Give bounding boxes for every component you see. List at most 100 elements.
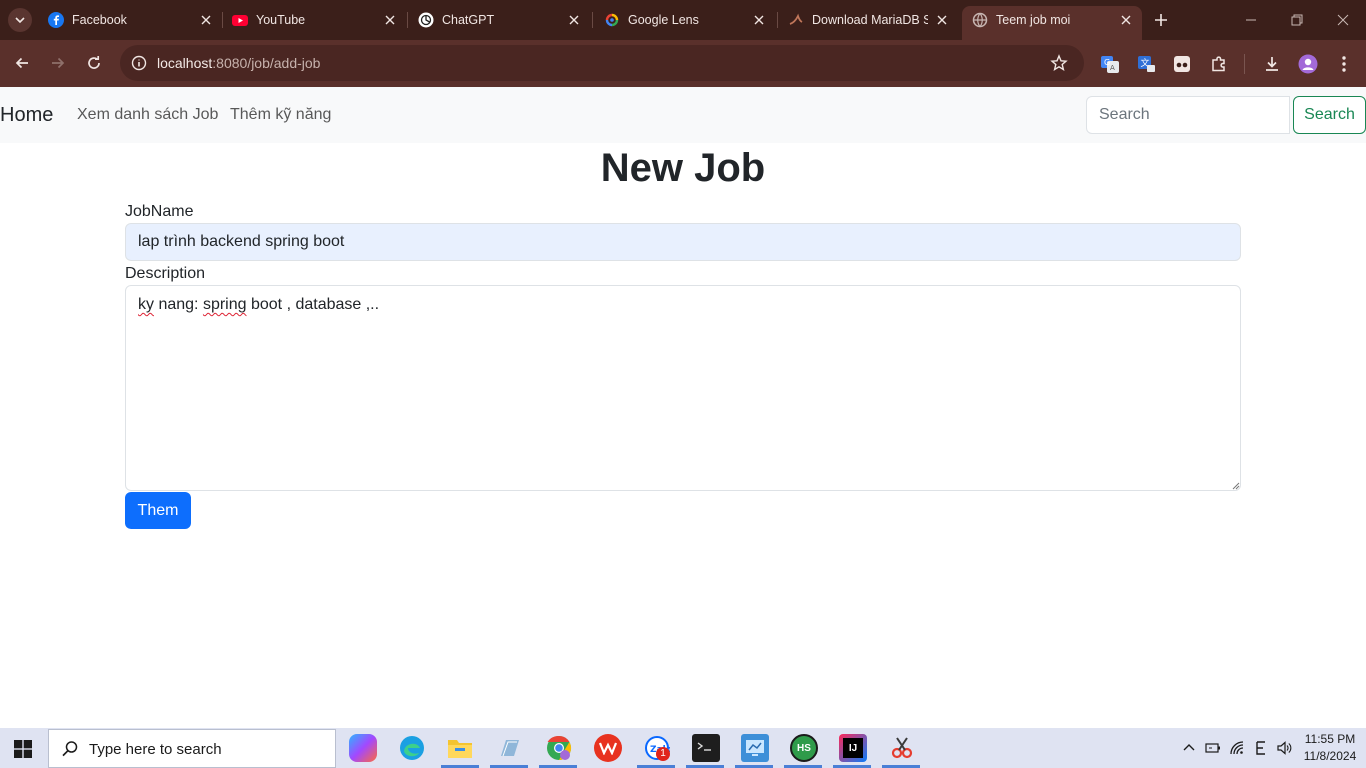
hs-app-label: HS	[797, 742, 811, 754]
chrome-logo-icon	[547, 735, 572, 760]
chatgpt-icon	[418, 12, 434, 28]
input-method-icon[interactable]	[1253, 740, 1269, 756]
notepad-logo-icon	[501, 740, 519, 757]
wps-logo-icon	[599, 742, 617, 755]
jobname-input[interactable]: lap trình backend spring boot	[125, 223, 1241, 261]
site-info-icon[interactable]	[131, 55, 147, 71]
address-bar[interactable]: localhost:8080/job/add-job	[120, 45, 1084, 81]
description-text: boot , database ,..	[246, 296, 380, 313]
description-label: Description	[125, 265, 206, 282]
tab-title: Facebook	[72, 13, 127, 27]
svg-text:A: A	[1110, 64, 1115, 72]
hs-app-icon[interactable]: HS	[790, 734, 818, 762]
windows-start-icon[interactable]	[14, 740, 32, 758]
navbar-brand-home[interactable]: Home	[0, 104, 53, 127]
toolbar-divider	[1244, 54, 1245, 74]
menu-kebab-icon[interactable]	[1334, 54, 1354, 74]
tab-separator	[777, 12, 778, 28]
terminal-prompt-icon	[697, 742, 711, 751]
profile-avatar-icon[interactable]	[1298, 54, 1318, 74]
tab-search-button[interactable]	[8, 8, 32, 32]
close-icon[interactable]	[198, 12, 214, 28]
reload-icon[interactable]	[85, 54, 103, 72]
url-text: localhost:8080/job/add-job	[157, 55, 320, 71]
submit-button[interactable]: Them	[125, 492, 191, 529]
control-panel-icon[interactable]	[741, 734, 769, 762]
back-arrow-icon[interactable]	[13, 54, 31, 72]
chrome-icon[interactable]	[545, 734, 573, 762]
windows-taskbar: Type here to search Zalo 1 HS IJ 11:55 P…	[0, 728, 1366, 768]
tab-youtube[interactable]: YouTube	[232, 6, 398, 34]
tab-google-lens[interactable]: Google Lens	[604, 6, 767, 34]
monitor-chart-icon	[746, 740, 764, 756]
jobname-label: JobName	[125, 203, 194, 220]
notepad-icon[interactable]	[496, 734, 524, 762]
intellij-idea-icon[interactable]: IJ	[839, 734, 867, 762]
zalo-icon[interactable]: Zalo 1	[643, 734, 671, 762]
edge-icon[interactable]	[398, 734, 426, 762]
volume-icon[interactable]	[1276, 740, 1292, 756]
page-title: New Job	[600, 146, 766, 190]
taskbar-search-box[interactable]: Type here to search	[48, 729, 336, 768]
tab-chatgpt[interactable]: ChatGPT	[418, 6, 582, 34]
minimize-icon[interactable]	[1243, 12, 1259, 28]
chevron-up-icon[interactable]	[1181, 740, 1197, 756]
restore-icon[interactable]	[1289, 12, 1305, 28]
search-input[interactable]	[1086, 96, 1290, 134]
tab-title: ChatGPT	[442, 13, 495, 27]
file-explorer-icon[interactable]	[446, 734, 474, 762]
bookmark-star-icon[interactable]	[1050, 54, 1068, 72]
facebook-icon	[48, 12, 64, 28]
close-icon[interactable]	[566, 12, 582, 28]
tab-separator	[592, 12, 593, 28]
globe-icon	[972, 12, 988, 28]
resize-grip-icon[interactable]	[1230, 480, 1240, 490]
translate-extension-icon[interactable]: 文	[1137, 54, 1157, 74]
google-lens-icon	[605, 13, 619, 27]
tab-mariadb[interactable]: Download MariaDB S	[788, 6, 950, 34]
tab-title: YouTube	[256, 13, 306, 27]
folder-icon	[448, 740, 472, 758]
forward-arrow-icon[interactable]	[49, 54, 67, 72]
close-icon[interactable]	[934, 12, 950, 28]
edge-logo-icon	[400, 736, 424, 760]
system-clock[interactable]: 11:55 PM 11/8/2024	[1300, 731, 1360, 765]
tab-title: Teem job moi	[996, 13, 1071, 27]
scissors-icon	[891, 737, 913, 759]
window-close-icon[interactable]	[1335, 12, 1351, 28]
wifi-icon[interactable]	[1229, 740, 1245, 756]
description-text: nang:	[158, 296, 199, 313]
snipping-tool-icon[interactable]	[888, 734, 916, 762]
close-icon[interactable]	[382, 12, 398, 28]
nav-link-job-list[interactable]: Xem danh sách Job	[77, 106, 218, 124]
tab-facebook[interactable]: Facebook	[48, 6, 214, 34]
download-icon[interactable]	[1262, 54, 1282, 74]
clock-time: 11:55 PM	[1304, 732, 1356, 746]
notification-badge: 1	[656, 747, 670, 761]
tab-separator	[407, 12, 408, 28]
nav-link-add-skill[interactable]: Thêm kỹ năng	[230, 106, 331, 124]
terminal-icon[interactable]	[692, 734, 720, 762]
search-button[interactable]: Search	[1293, 96, 1366, 134]
taskbar-search-placeholder: Type here to search	[89, 741, 222, 758]
tab-teem-job-moi[interactable]: Teem job moi	[962, 6, 1142, 40]
site-navbar: Home Xem danh sách Job Thêm kỹ năng Sear…	[0, 87, 1366, 143]
extension-mask-icon[interactable]	[1172, 54, 1192, 74]
chevron-down-icon	[15, 17, 25, 24]
wps-office-icon[interactable]	[594, 734, 622, 762]
extensions-puzzle-icon[interactable]	[1209, 54, 1229, 74]
copilot-icon[interactable]	[349, 734, 377, 762]
search-icon	[62, 741, 78, 757]
battery-icon[interactable]	[1205, 740, 1221, 756]
youtube-icon	[232, 15, 248, 26]
close-icon[interactable]	[1118, 12, 1134, 28]
browser-toolbar: localhost:8080/job/add-job GA 文	[0, 40, 1366, 87]
close-icon[interactable]	[751, 12, 767, 28]
intellij-label: IJ	[843, 738, 863, 758]
tab-title: Google Lens	[628, 13, 699, 27]
google-translate-icon[interactable]: GA	[1100, 54, 1120, 74]
description-textarea[interactable]: ky nang: spring boot , database ,..	[125, 285, 1241, 491]
mariadb-icon	[789, 13, 803, 25]
tab-separator	[222, 12, 223, 28]
new-tab-icon[interactable]	[1152, 11, 1170, 29]
